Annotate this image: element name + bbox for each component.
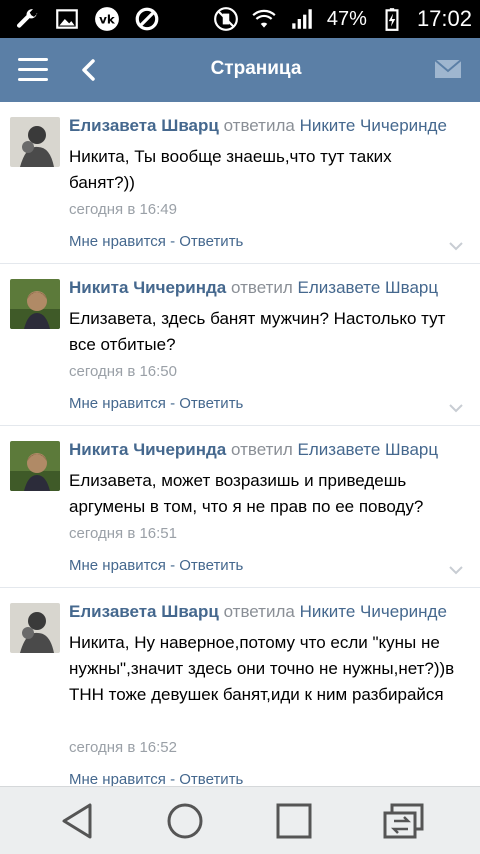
comment-author[interactable]: Никита Чичеринда bbox=[69, 440, 226, 459]
comment-date: сегодня в 16:52 bbox=[69, 739, 177, 756]
comment-item: Никита Чичеринда ответил Елизавете Шварц… bbox=[0, 264, 480, 426]
battery-charging-icon bbox=[385, 8, 399, 31]
clock: 17:02 bbox=[416, 6, 472, 31]
status-bar: vk 47% 17:02 bbox=[0, 0, 480, 38]
comments-list: Елизавета Шварц ответила Никите Чичеринд… bbox=[0, 102, 480, 786]
comment-item: Елизавета Шварц ответила Никите Чичеринд… bbox=[0, 588, 480, 786]
comment-reply-target[interactable]: Никите Чичеринде bbox=[300, 602, 447, 621]
avatar[interactable] bbox=[10, 603, 60, 653]
battery-percent: 47% bbox=[326, 7, 367, 30]
switch-app-icon[interactable] bbox=[382, 801, 426, 841]
app-header: Страница bbox=[0, 38, 480, 102]
comment-item: Елизавета Шварц ответила Никите Чичеринд… bbox=[0, 102, 480, 264]
comment-verb: ответила bbox=[223, 602, 295, 621]
comment-verb: ответил bbox=[231, 278, 293, 297]
comment-date: сегодня в 16:50 bbox=[69, 363, 177, 380]
comment-date: сегодня в 16:49 bbox=[69, 201, 177, 218]
comment-text: Никита, Ну наверное,потому что если "кун… bbox=[69, 633, 455, 704]
comment-actions[interactable]: Мне нравится - Ответить bbox=[69, 771, 243, 786]
back-triangle-icon[interactable] bbox=[58, 801, 98, 841]
comment-actions[interactable]: Мне нравится - Ответить bbox=[69, 557, 243, 574]
wifi-icon bbox=[252, 9, 276, 28]
comment-date: сегодня в 16:51 bbox=[69, 525, 177, 542]
avatar[interactable] bbox=[10, 117, 60, 167]
system-nav-bar bbox=[0, 786, 480, 854]
comment-reply-target[interactable]: Никите Чичеринде bbox=[300, 116, 447, 135]
wrench-icon bbox=[17, 9, 38, 28]
comment-reply-target[interactable]: Елизавете Шварц bbox=[298, 278, 439, 297]
comment-item: Никита Чичеринда ответил Елизавете Шварц… bbox=[0, 426, 480, 588]
chevron-down-icon[interactable] bbox=[448, 241, 464, 251]
comment-author[interactable]: Елизавета Шварц bbox=[69, 116, 219, 135]
comment-verb: ответила bbox=[223, 116, 295, 135]
comment-text: Никита, Ты вообще знаешь,что тут таких б… bbox=[69, 147, 392, 192]
comment-author[interactable]: Елизавета Шварц bbox=[69, 602, 219, 621]
recents-square-icon[interactable] bbox=[274, 801, 314, 841]
comment-text: Елизавета, может возразишь и приведешь а… bbox=[69, 471, 424, 516]
mail-icon[interactable] bbox=[434, 58, 462, 80]
comment-author[interactable]: Никита Чичеринда bbox=[69, 278, 226, 297]
image-icon bbox=[56, 9, 78, 29]
comment-actions[interactable]: Мне нравится - Ответить bbox=[69, 395, 243, 412]
svg-text:vk: vk bbox=[99, 12, 116, 26]
page-title: Страница bbox=[210, 58, 302, 79]
chevron-down-icon[interactable] bbox=[448, 403, 464, 413]
comment-verb: ответил bbox=[231, 440, 293, 459]
avatar[interactable] bbox=[10, 279, 60, 329]
vk-icon: vk bbox=[95, 7, 119, 31]
blocked-icon bbox=[135, 7, 159, 31]
signal-icon bbox=[292, 9, 312, 29]
mute-icon bbox=[213, 7, 238, 31]
comment-actions[interactable]: Мне нравится - Ответить bbox=[69, 233, 243, 250]
avatar[interactable] bbox=[10, 441, 60, 491]
home-circle-icon[interactable] bbox=[165, 801, 205, 841]
chevron-down-icon[interactable] bbox=[448, 565, 464, 575]
comment-reply-target[interactable]: Елизавете Шварц bbox=[298, 440, 439, 459]
comment-text: Елизавета, здесь банят мужчин? Настолько… bbox=[69, 309, 446, 354]
